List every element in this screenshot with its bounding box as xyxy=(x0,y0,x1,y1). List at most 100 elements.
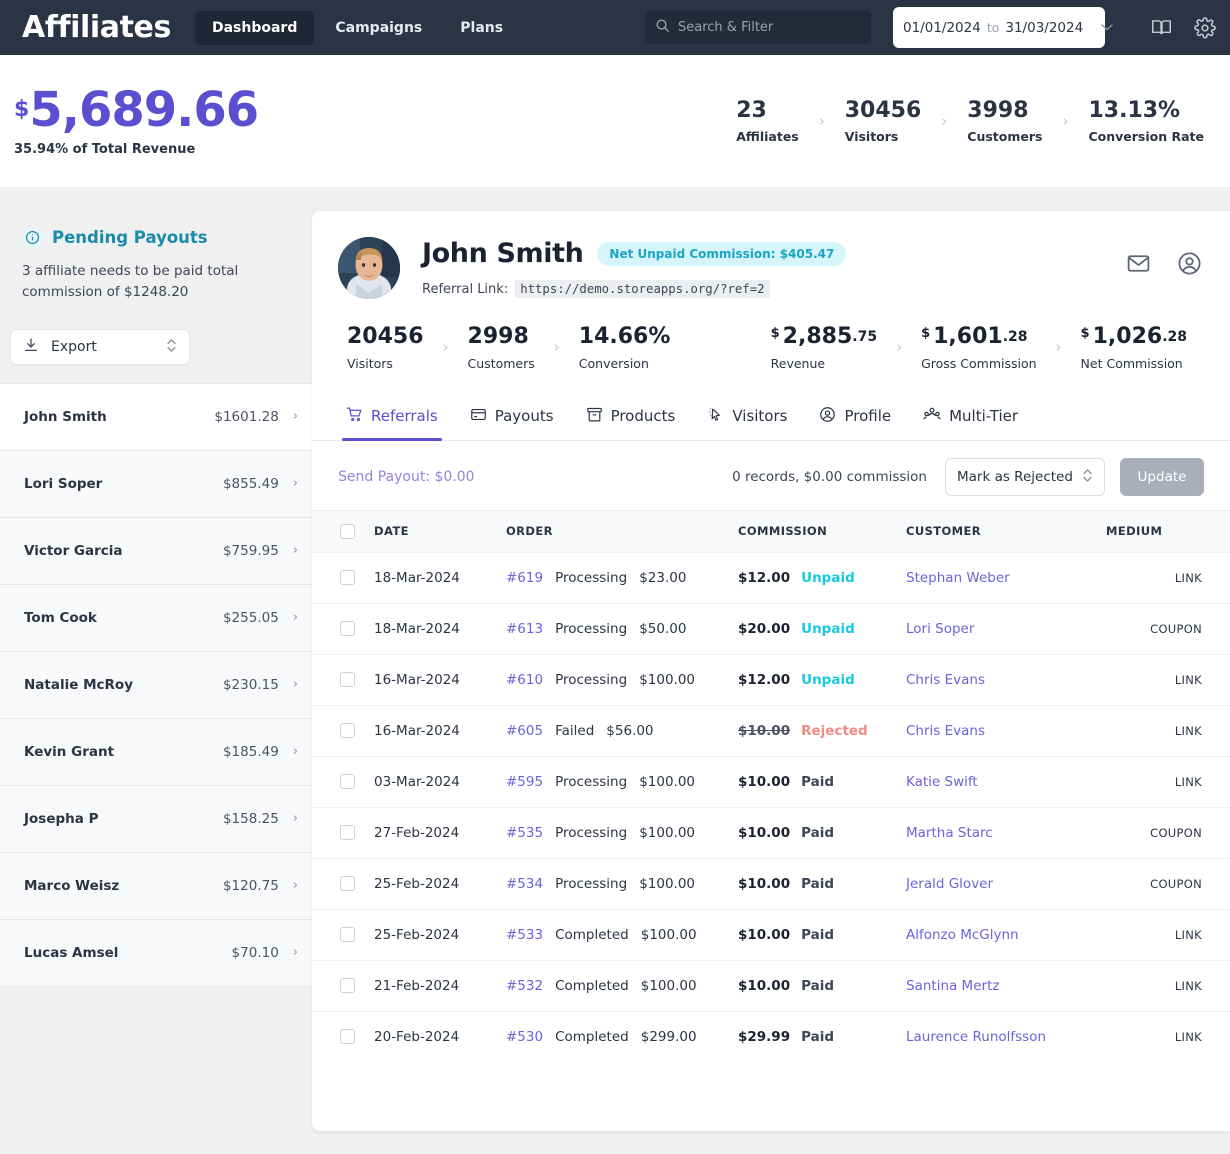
medium-value: COUPON xyxy=(1150,876,1202,891)
affiliate-list-item[interactable]: Lori Soper $855.49 › xyxy=(0,450,312,518)
affiliate-list-item[interactable]: Lucas Amsel $70.10 › xyxy=(0,919,312,987)
tab-payouts[interactable]: Payouts xyxy=(454,394,570,440)
chevron-right-icon: › xyxy=(292,945,298,961)
profile-name-row: John Smith Net Unpaid Commission: $405.4… xyxy=(422,238,847,269)
row-checkbox[interactable] xyxy=(340,621,355,636)
row-checkbox[interactable] xyxy=(340,774,355,789)
order-amount: $299.00 xyxy=(640,1028,697,1045)
customer-link[interactable]: Martha Starc xyxy=(906,825,993,841)
customer-link[interactable]: Katie Swift xyxy=(906,774,978,790)
row-select-cell xyxy=(312,807,368,859)
customer-link[interactable]: Jerald Glover xyxy=(906,876,993,892)
nav-link-dashboard[interactable]: Dashboard xyxy=(194,10,315,45)
column-medium[interactable]: MEDIUM xyxy=(1100,509,1230,553)
customer-link[interactable]: Chris Evans xyxy=(906,723,985,739)
update-button[interactable]: Update xyxy=(1120,457,1204,496)
nav-link-campaigns[interactable]: Campaigns xyxy=(318,11,439,45)
affiliate-amount: $120.75 xyxy=(222,877,279,894)
cell-customer: Laurence Runolfsson xyxy=(900,1011,1100,1062)
tab-referrals[interactable]: Referrals xyxy=(330,394,454,441)
table-row[interactable]: 16-Mar-2024 #605 Failed $56.00 $10.00 Re… xyxy=(312,705,1230,757)
table-body: 18-Mar-2024 #619 Processing $23.00 $12.0… xyxy=(312,552,1230,1062)
commission-status: Unpaid xyxy=(801,620,855,637)
cell-commission: $10.00 Paid xyxy=(732,960,900,1012)
bulk-action-select[interactable]: Mark as Rejected xyxy=(945,457,1105,496)
row-checkbox[interactable] xyxy=(340,876,355,891)
row-checkbox[interactable] xyxy=(340,1029,355,1044)
table-row[interactable]: 25-Feb-2024 #533 Completed $100.00 $10.0… xyxy=(312,909,1230,961)
commission-status: Paid xyxy=(801,926,835,943)
user-circle-icon[interactable] xyxy=(1177,251,1202,276)
table-row[interactable]: 25-Feb-2024 #534 Processing $100.00 $10.… xyxy=(312,858,1230,910)
customer-link[interactable]: Laurence Runolfsson xyxy=(906,1029,1046,1045)
date-range-picker[interactable]: 01/01/2024 to 31/03/2024 xyxy=(893,7,1113,48)
order-id-link[interactable]: #532 xyxy=(506,978,543,994)
export-button[interactable]: Export xyxy=(10,328,190,365)
order-id-link[interactable]: #613 xyxy=(506,621,543,637)
date-from[interactable]: 01/01/2024 xyxy=(903,20,981,36)
table-row[interactable]: 20-Feb-2024 #530 Completed $299.00 $29.9… xyxy=(312,1011,1230,1062)
affiliate-list-item[interactable]: Marco Weisz $120.75 › xyxy=(0,852,312,920)
order-amount: $100.00 xyxy=(639,875,696,892)
search-input[interactable] xyxy=(678,19,861,35)
book-icon[interactable] xyxy=(1151,17,1172,38)
cell-medium: LINK xyxy=(1100,654,1230,706)
cell-medium: LINK xyxy=(1100,756,1230,808)
stepper-icon[interactable] xyxy=(1082,467,1093,486)
chevron-down-icon[interactable] xyxy=(1095,21,1119,34)
order-id-link[interactable]: #534 xyxy=(506,876,543,892)
column-customer[interactable]: CUSTOMER xyxy=(900,509,1100,553)
affiliate-list-item[interactable]: Josepha P $158.25 › xyxy=(0,785,312,853)
column-date[interactable]: DATE xyxy=(368,509,500,553)
medium-value: LINK xyxy=(1174,570,1202,585)
stat-label: Revenue xyxy=(770,355,826,371)
search-filter-box[interactable] xyxy=(645,10,871,44)
stepper-icon[interactable] xyxy=(166,337,177,356)
column-order[interactable]: ORDER xyxy=(500,509,732,553)
affiliate-list-item[interactable]: Natalie McRoy $230.15 › xyxy=(0,651,312,719)
customer-link[interactable]: Stephan Weber xyxy=(906,570,1010,586)
customer-link[interactable]: Santina Mertz xyxy=(906,978,999,994)
table-row[interactable]: 18-Mar-2024 #613 Processing $50.00 $20.0… xyxy=(312,603,1230,655)
table-row[interactable]: 21-Feb-2024 #532 Completed $100.00 $10.0… xyxy=(312,960,1230,1012)
row-checkbox[interactable] xyxy=(340,927,355,942)
affiliate-list-item[interactable]: Victor Garcia $759.95 › xyxy=(0,517,312,585)
order-id-link[interactable]: #605 xyxy=(506,723,543,739)
customer-link[interactable]: Chris Evans xyxy=(906,672,985,688)
tab-products[interactable]: Products xyxy=(570,394,692,440)
date-to[interactable]: 31/03/2024 xyxy=(1005,20,1083,36)
table-row[interactable]: 16-Mar-2024 #610 Processing $100.00 $12.… xyxy=(312,654,1230,706)
order-id-link[interactable]: #619 xyxy=(506,570,543,586)
mail-icon[interactable] xyxy=(1126,251,1151,276)
customer-link[interactable]: Alfonzo McGlynn xyxy=(906,927,1019,943)
order-id-link[interactable]: #595 xyxy=(506,774,543,790)
customer-link[interactable]: Lori Soper xyxy=(906,621,974,637)
affiliate-list-item[interactable]: Kevin Grant $185.49 › xyxy=(0,718,312,786)
tab-multi-tier[interactable]: Multi-Tier xyxy=(907,393,1034,440)
tab-label: Products xyxy=(610,407,676,425)
row-checkbox[interactable] xyxy=(340,825,355,840)
column-commission[interactable]: COMMISSION xyxy=(732,509,900,553)
affiliate-list-item[interactable]: John Smith $1601.28 › xyxy=(0,383,312,451)
gear-icon[interactable] xyxy=(1194,16,1216,39)
table-row[interactable]: 18-Mar-2024 #619 Processing $23.00 $12.0… xyxy=(312,552,1230,604)
user-circle-icon xyxy=(819,406,836,427)
tab-label: Multi-Tier xyxy=(949,406,1019,425)
order-id-link[interactable]: #535 xyxy=(506,825,543,841)
order-id-link[interactable]: #610 xyxy=(506,672,543,688)
referral-link-value[interactable]: https://demo.storeapps.org/?ref=2 xyxy=(515,280,770,298)
order-id-link[interactable]: #533 xyxy=(506,927,543,943)
row-checkbox[interactable] xyxy=(340,978,355,993)
row-checkbox[interactable] xyxy=(340,672,355,687)
tab-profile[interactable]: Profile xyxy=(803,394,907,440)
row-checkbox[interactable] xyxy=(340,570,355,585)
select-all-checkbox[interactable] xyxy=(340,523,355,539)
row-checkbox[interactable] xyxy=(340,723,355,738)
nav-link-plans[interactable]: Plans xyxy=(443,11,520,45)
affiliate-list-item[interactable]: Tom Cook $255.05 › xyxy=(0,584,312,652)
order-id-link[interactable]: #530 xyxy=(506,1029,543,1045)
table-row[interactable]: 27-Feb-2024 #535 Processing $100.00 $10.… xyxy=(312,807,1230,859)
tab-visitors[interactable]: Visitors xyxy=(691,394,803,440)
table-row[interactable]: 03-Mar-2024 #595 Processing $100.00 $10.… xyxy=(312,756,1230,808)
send-payout-link[interactable]: Send Payout: $0.00 xyxy=(338,469,475,485)
